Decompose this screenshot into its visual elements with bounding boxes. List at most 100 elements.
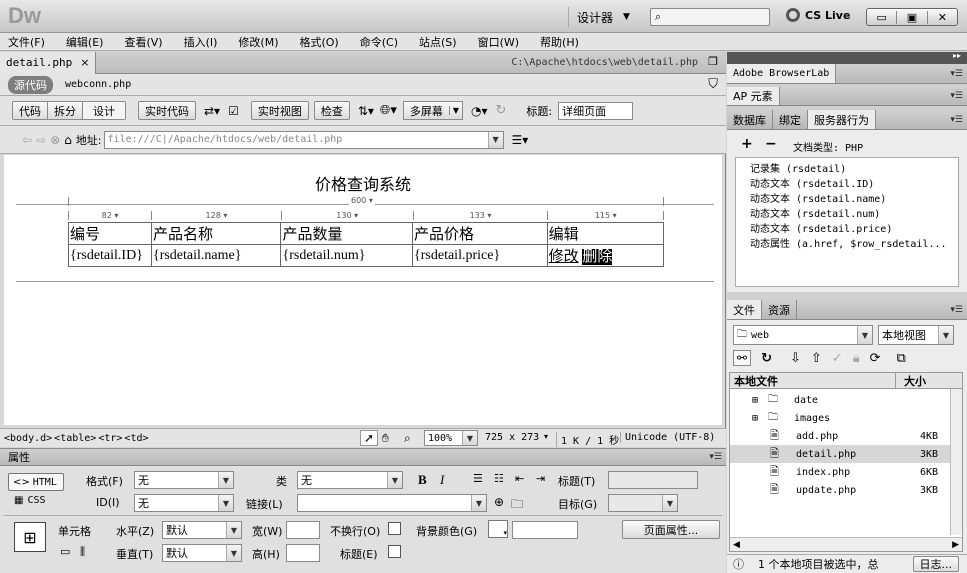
log-button[interactable]: 日志... xyxy=(912,556,959,572)
files-panel-tab[interactable]: 文件 xyxy=(727,300,762,319)
browse-folder-icon[interactable]: 🗀 xyxy=(511,495,523,516)
behavior-item[interactable]: 记录集 (rsdetail) xyxy=(750,160,958,175)
edit-link[interactable]: 修改 xyxy=(549,249,579,265)
menu-item[interactable]: 查看(V) xyxy=(124,34,162,50)
code-view-button[interactable]: 代码 xyxy=(13,102,48,119)
menu-item[interactable]: 帮助(H) xyxy=(540,34,579,50)
panel-menu-icon[interactable]: ▾☰ xyxy=(950,91,963,101)
width-input[interactable] xyxy=(286,521,320,539)
col-local-files[interactable]: 本地文件 xyxy=(730,372,896,389)
menu-item[interactable]: 站点(S) xyxy=(419,34,457,50)
files-panel-tab[interactable]: 资源 xyxy=(762,300,797,319)
check-out-icon[interactable]: ✓ xyxy=(832,351,843,366)
browserlab-tab[interactable]: Adobe BrowserLab xyxy=(727,64,837,83)
live-code-button[interactable]: 实时代码 xyxy=(138,101,196,120)
remove-behavior-icon[interactable]: − xyxy=(765,136,777,152)
scroll-left-icon[interactable]: ◀ xyxy=(733,540,740,550)
add-behavior-icon[interactable]: + xyxy=(741,136,753,152)
table-header-cell[interactable]: 产品数量 xyxy=(280,222,414,245)
check-in-icon[interactable]: 🔒︎ xyxy=(853,351,860,366)
table-cell[interactable]: {rsdetail.name} xyxy=(150,244,282,267)
panel-menu-icon[interactable]: ▾☰ xyxy=(950,115,963,125)
page-properties-button[interactable]: 页面属性... xyxy=(622,520,720,539)
visual-aids-icon[interactable]: ◔▾ xyxy=(471,104,488,118)
put-files-icon[interactable]: ⇧ xyxy=(811,351,822,366)
menu-item[interactable]: 文件(F) xyxy=(8,34,45,50)
unordered-list-icon[interactable]: ☰ xyxy=(473,472,483,485)
ap-elements-tab[interactable]: AP 元素 xyxy=(727,87,780,105)
page-title-input[interactable]: 详细页面 xyxy=(558,101,634,120)
link-input[interactable]: ▼ xyxy=(297,494,487,512)
format-select[interactable]: 无 ▼ xyxy=(134,471,234,489)
cslive-button[interactable]: CS Live xyxy=(786,8,850,22)
bold-button[interactable]: B xyxy=(418,472,427,488)
file-row[interactable]: 🗎 add.php 4KB xyxy=(730,427,962,445)
close-icon[interactable]: ✕ xyxy=(928,11,957,24)
related-file-link[interactable]: webconn.php xyxy=(65,79,131,90)
file-row[interactable]: ⊞ 🗀 date xyxy=(730,391,962,409)
class-select[interactable]: 无 ▼ xyxy=(297,471,403,489)
scroll-right-icon[interactable]: ▶ xyxy=(952,540,959,550)
forward-icon[interactable]: ⇨ xyxy=(36,133,46,147)
file-transfer-icon[interactable]: ⇅▾ xyxy=(358,104,374,118)
table-header-cell[interactable]: 编辑 xyxy=(546,222,665,245)
get-files-icon[interactable]: ⇩ xyxy=(790,351,801,366)
menu-item[interactable]: 窗口(W) xyxy=(478,34,519,50)
menu-item[interactable]: 命令(C) xyxy=(360,34,398,50)
tag-selector-item[interactable]: <tr> xyxy=(98,433,122,444)
menu-item[interactable]: 修改(M) xyxy=(238,34,278,50)
design-view-button[interactable]: 设计 xyxy=(83,102,125,119)
nowrap-checkbox[interactable] xyxy=(388,522,401,535)
table-cell[interactable]: {rsdetail.num} xyxy=(280,244,414,267)
browser-check-icon[interactable]: ⇄▾ xyxy=(204,104,220,118)
close-tab-icon[interactable]: × xyxy=(80,56,89,69)
vert-select[interactable]: 默认 ▼ xyxy=(162,544,242,562)
split-view-button[interactable]: 拆分 xyxy=(48,102,83,119)
file-row[interactable]: 🗎 detail.php 3KB xyxy=(730,445,962,463)
refresh-icon[interactable]: ↻ xyxy=(496,103,507,118)
table-cell[interactable]: {rsdetail.ID} xyxy=(68,244,152,267)
pointer-tool-icon[interactable]: ➚ xyxy=(360,430,379,446)
home-icon[interactable]: ⌂ xyxy=(64,133,72,147)
point-to-file-icon[interactable]: ⊕ xyxy=(494,495,504,509)
address-input[interactable]: file:///C|/Apache/htdocs/web/detail.php … xyxy=(103,130,504,149)
restore-doc-icon[interactable]: ❐ xyxy=(708,55,718,68)
col-size[interactable]: 大小 xyxy=(896,373,926,389)
table-header-cell[interactable]: 产品名称 xyxy=(150,222,282,245)
doc-tab[interactable]: detail.php × xyxy=(0,51,97,74)
merge-cells-icon[interactable]: ▭ xyxy=(60,545,70,558)
panel-menu-icon[interactable]: ▾☰ xyxy=(950,69,963,79)
tag-selector-item[interactable]: <body.d> xyxy=(4,433,52,444)
color-picker-button[interactable]: ▾ xyxy=(488,520,508,538)
header-checkbox[interactable] xyxy=(388,545,401,558)
expand-icon[interactable]: ⊞ xyxy=(752,413,764,424)
delete-link[interactable]: 删除 xyxy=(582,249,613,265)
behavior-item[interactable]: 动态文本 (rsdetail.name) xyxy=(750,190,958,205)
back-icon[interactable]: ⇦ xyxy=(22,133,32,147)
behavior-item[interactable]: 动态文本 (rsdetail.price) xyxy=(750,220,958,235)
id-select[interactable]: 无 ▼ xyxy=(134,494,234,512)
panel-menu-icon[interactable]: ▾☰ xyxy=(950,305,963,315)
restore-icon[interactable]: ▣ xyxy=(897,10,928,24)
stop-icon[interactable]: ⊗ xyxy=(50,133,60,147)
height-input[interactable] xyxy=(286,544,320,562)
target-select[interactable]: ▼ xyxy=(608,494,678,512)
title-attr-input[interactable] xyxy=(608,471,698,489)
split-cells-icon[interactable]: ⫼ xyxy=(80,545,85,559)
workspace-switcher[interactable]: 设计器 ▼ xyxy=(568,7,630,27)
tag-selector-item[interactable]: <table> xyxy=(54,433,96,444)
indent-icon[interactable]: ⇥ xyxy=(536,472,545,485)
site-select[interactable]: 🗀 web ▼ xyxy=(733,325,873,345)
hand-tool-icon[interactable]: ✋︎ xyxy=(382,431,389,446)
multiscreen-button[interactable]: 多屏幕 ▼ xyxy=(402,101,464,120)
inspect-button[interactable]: 检查 xyxy=(313,101,350,120)
preview-globe-icon[interactable]: 🌐︎▾ xyxy=(380,103,397,118)
table-header-cell[interactable]: 编号 xyxy=(68,222,152,245)
ap-header[interactable]: AP 元素 ▾☰ xyxy=(727,87,967,106)
behavior-item[interactable]: 动态属性 (a.href, $row_rsdetail... xyxy=(750,235,958,250)
vertical-scrollbar[interactable] xyxy=(950,389,962,535)
file-row[interactable]: ⊞ 🗀 images xyxy=(730,409,962,427)
file-row[interactable]: 🗎 index.php 6KB xyxy=(730,463,962,481)
menu-item[interactable]: 插入(I) xyxy=(184,34,218,50)
data-table[interactable]: 编号 产品名称 产品数量 产品价格 编辑 {rsdetail.ID} {rsdetail.… xyxy=(68,222,665,267)
